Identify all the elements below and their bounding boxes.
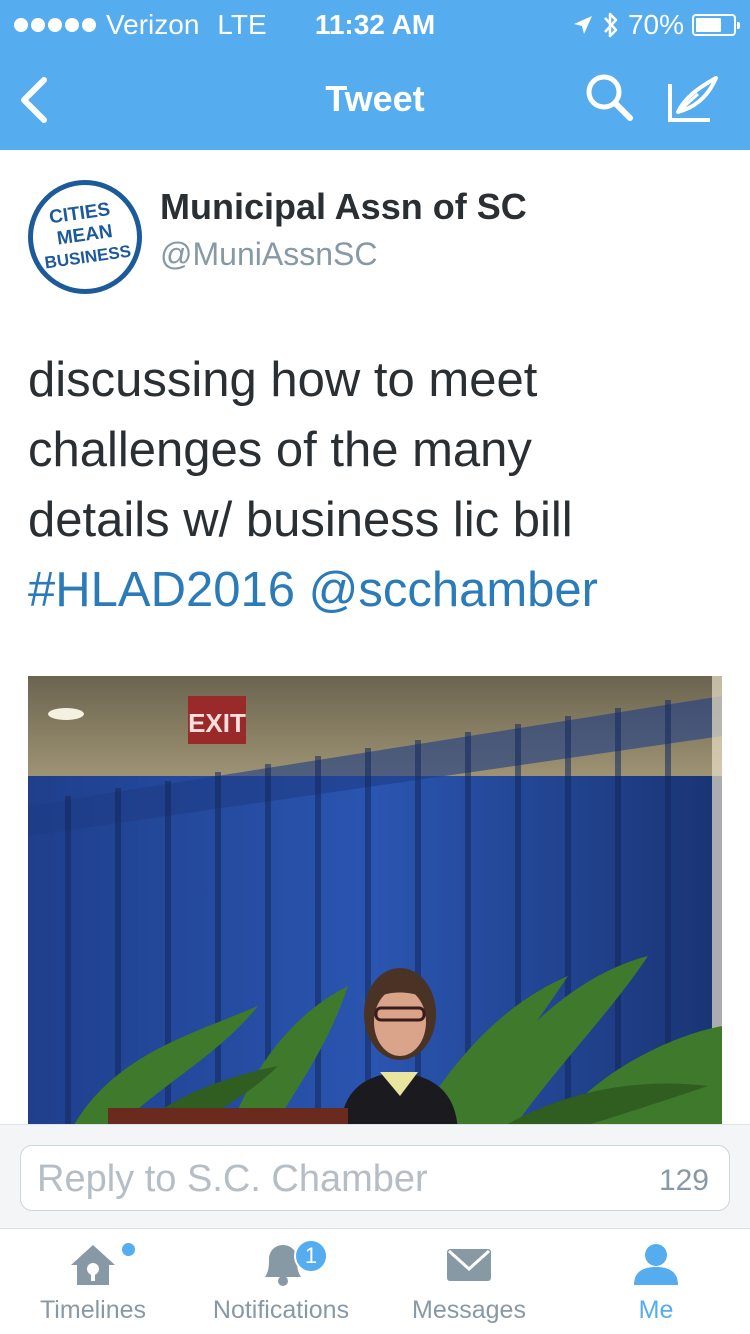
- tab-bar: Timelines 1 Notifications Messages Me: [0, 1228, 750, 1334]
- tab-label: Me: [638, 1296, 674, 1324]
- tab-timelines[interactable]: Timelines: [0, 1229, 186, 1334]
- reply-input[interactable]: Reply to S.C. Chamber 129: [20, 1145, 730, 1211]
- tweet-text-line: challenges of the many: [28, 423, 532, 477]
- reply-bar: Reply to S.C. Chamber 129: [0, 1124, 750, 1228]
- tab-label: Messages: [412, 1296, 526, 1324]
- tweet-text: discussing how to meet challenges of the…: [28, 345, 728, 625]
- cities-mean-business-logo: CITIES MEAN BUSINESS: [43, 199, 132, 273]
- tab-notifications[interactable]: 1 Notifications: [186, 1229, 376, 1334]
- tweet-photo[interactable]: EXIT: [28, 676, 722, 1136]
- battery-icon: [692, 14, 740, 36]
- battery-level: [696, 18, 722, 32]
- tab-me[interactable]: Me: [562, 1229, 750, 1334]
- person-icon: [634, 1244, 678, 1285]
- tab-label: Notifications: [212, 1296, 350, 1324]
- photo-scene: EXIT: [28, 676, 722, 1136]
- top-bar: Verizon LTE 11:32 AM 70% Tweet: [0, 0, 750, 150]
- bluetooth-icon: [604, 12, 618, 38]
- exit-sign-text: EXIT: [188, 708, 246, 738]
- search-icon[interactable]: [582, 70, 638, 126]
- tweet-text-line: discussing how to meet: [28, 353, 538, 407]
- tweet-author[interactable]: CITIES MEAN BUSINESS Municipal Assn of S…: [28, 180, 728, 300]
- hashtag-link[interactable]: #HLAD2016: [28, 563, 295, 617]
- svg-text:BUSINESS: BUSINESS: [43, 242, 132, 273]
- reply-placeholder: Reply to S.C. Chamber: [37, 1158, 428, 1200]
- status-right: 70%: [572, 9, 740, 41]
- character-count: 129: [658, 1164, 709, 1197]
- battery-percent: 70%: [627, 9, 684, 40]
- tab-label: Timelines: [39, 1296, 147, 1324]
- nav-bar: Tweet: [0, 50, 750, 150]
- new-content-dot: [122, 1243, 135, 1256]
- mention-link[interactable]: @scchamber: [309, 563, 598, 617]
- compose-icon[interactable]: [664, 70, 726, 126]
- envelope-icon: [447, 1249, 491, 1281]
- author-name[interactable]: Municipal Assn of SC: [160, 186, 527, 228]
- tweet-text-line: #HLAD2016 @scchamber: [28, 555, 728, 625]
- home-icon: [71, 1245, 115, 1285]
- author-handle[interactable]: @MuniAssnSC: [160, 236, 377, 273]
- notification-badge: 1: [294, 1239, 328, 1273]
- status-bar: Verizon LTE 11:32 AM 70%: [0, 0, 750, 50]
- tab-messages[interactable]: Messages: [376, 1229, 562, 1334]
- location-arrow-icon: [573, 16, 592, 34]
- avatar[interactable]: CITIES MEAN BUSINESS: [28, 180, 142, 294]
- tweet-text-line: details w/ business lic bill: [28, 493, 573, 547]
